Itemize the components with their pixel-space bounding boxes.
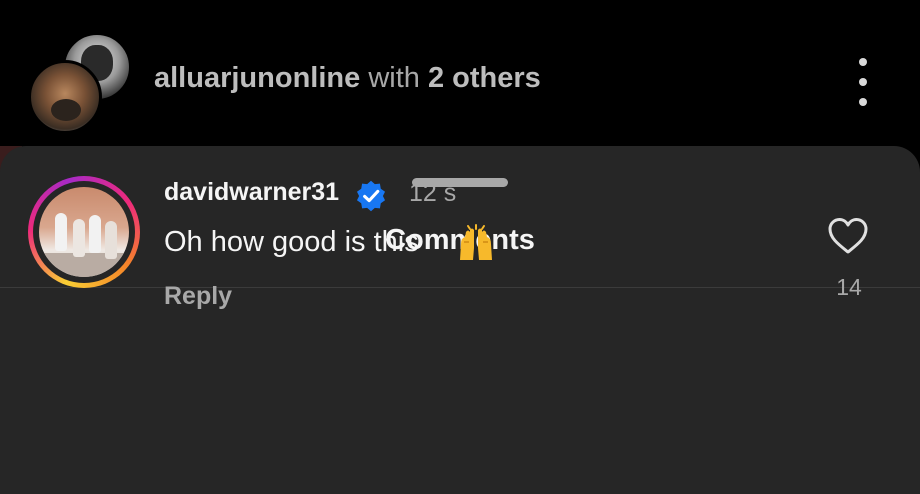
post-header: alluarjunonline with 2 others bbox=[0, 0, 920, 150]
comments-sheet: Comments bbox=[0, 146, 920, 494]
like-heart-icon[interactable] bbox=[826, 216, 870, 256]
verified-badge-icon bbox=[356, 180, 386, 212]
with-label: with bbox=[368, 62, 420, 94]
reply-button[interactable]: Reply bbox=[164, 282, 232, 311]
commenter-username[interactable]: davidwarner31 bbox=[164, 178, 339, 207]
raising-hands-icon bbox=[460, 224, 492, 260]
others-link[interactable]: 2 others bbox=[428, 62, 541, 94]
comment-text: Oh how good is this bbox=[164, 226, 419, 258]
collab-avatars[interactable] bbox=[28, 30, 132, 134]
comment-timestamp: 12 s bbox=[409, 179, 457, 207]
post-author-username[interactable]: alluarjunonline bbox=[154, 62, 360, 94]
commenter-avatar bbox=[39, 187, 129, 277]
commenter-avatar-story-ring[interactable] bbox=[28, 176, 140, 288]
like-count: 14 bbox=[836, 274, 862, 300]
divider bbox=[0, 287, 920, 288]
post-collab-title[interactable]: alluarjunonline with 2 others bbox=[154, 62, 541, 95]
author-avatar bbox=[28, 60, 102, 134]
more-options-icon[interactable] bbox=[846, 58, 880, 106]
